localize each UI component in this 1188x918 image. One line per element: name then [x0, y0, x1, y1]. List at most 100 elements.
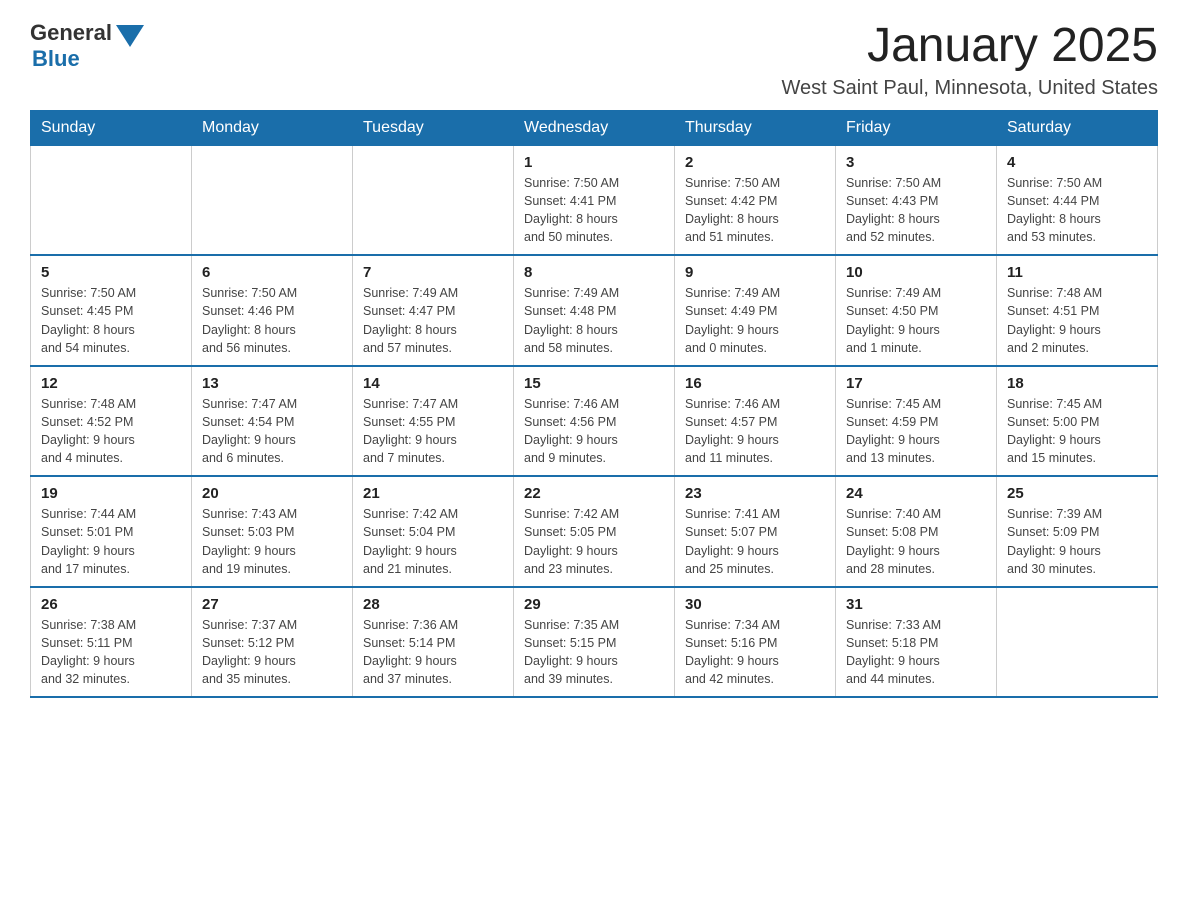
calendar-cell: 28 Sunrise: 7:36 AM Sunset: 5:14 PM Dayli…: [353, 587, 514, 698]
day-info: Sunrise: 7:46 AM Sunset: 4:56 PM Dayligh…: [524, 395, 664, 468]
day-info: Sunrise: 7:49 AM Sunset: 4:48 PM Dayligh…: [524, 284, 664, 357]
calendar-cell: 8 Sunrise: 7:49 AM Sunset: 4:48 PM Daylig…: [514, 255, 675, 366]
day-info: Sunrise: 7:41 AM Sunset: 5:07 PM Dayligh…: [685, 505, 825, 578]
day-info: Sunrise: 7:42 AM Sunset: 5:05 PM Dayligh…: [524, 505, 664, 578]
calendar-title: January 2025: [782, 20, 1159, 73]
day-number: 24: [846, 485, 986, 502]
day-number: 4: [1007, 154, 1147, 171]
day-number: 12: [41, 375, 181, 392]
week-row-1: 1Sunrise: 7:50 AM Sunset: 4:41 PM Daylig…: [31, 145, 1158, 255]
day-info: Sunrise: 7:50 AM Sunset: 4:41 PM Dayligh…: [524, 174, 664, 247]
calendar-cell: 20 Sunrise: 7:43 AM Sunset: 5:03 PM Dayli…: [192, 476, 353, 587]
calendar-cell: 23Sunrise: 7:41 AM Sunset: 5:07 PM Dayli…: [675, 476, 836, 587]
calendar-cell: 17 Sunrise: 7:45 AM Sunset: 4:59 PM Dayli…: [836, 366, 997, 477]
calendar-cell: 13 Sunrise: 7:47 AM Sunset: 4:54 PM Dayli…: [192, 366, 353, 477]
week-row-4: 19Sunrise: 7:44 AM Sunset: 5:01 PM Dayli…: [31, 476, 1158, 587]
calendar-cell: 19Sunrise: 7:44 AM Sunset: 5:01 PM Dayli…: [31, 476, 192, 587]
day-number: 3: [846, 154, 986, 171]
day-number: 7: [363, 264, 503, 281]
logo: General Blue: [30, 20, 144, 72]
day-info: Sunrise: 7:50 AM Sunset: 4:42 PM Dayligh…: [685, 174, 825, 247]
calendar-cell: 3 Sunrise: 7:50 AM Sunset: 4:43 PM Daylig…: [836, 145, 997, 255]
calendar-cell: 4 Sunrise: 7:50 AM Sunset: 4:44 PM Daylig…: [997, 145, 1158, 255]
day-info: Sunrise: 7:50 AM Sunset: 4:46 PM Dayligh…: [202, 284, 342, 357]
day-number: 30: [685, 596, 825, 613]
day-info: Sunrise: 7:45 AM Sunset: 4:59 PM Dayligh…: [846, 395, 986, 468]
day-info: Sunrise: 7:43 AM Sunset: 5:03 PM Dayligh…: [202, 505, 342, 578]
day-number: 16: [685, 375, 825, 392]
calendar-cell: 24 Sunrise: 7:40 AM Sunset: 5:08 PM Dayli…: [836, 476, 997, 587]
day-number: 17: [846, 375, 986, 392]
calendar-subtitle: West Saint Paul, Minnesota, United State…: [782, 77, 1159, 100]
day-number: 9: [685, 264, 825, 281]
calendar-cell: 11Sunrise: 7:48 AM Sunset: 4:51 PM Dayli…: [997, 255, 1158, 366]
header-day-monday: Monday: [192, 110, 353, 145]
calendar-cell: 5 Sunrise: 7:50 AM Sunset: 4:45 PM Daylig…: [31, 255, 192, 366]
day-info: Sunrise: 7:38 AM Sunset: 5:11 PM Dayligh…: [41, 616, 181, 689]
day-number: 28: [363, 596, 503, 613]
calendar-cell: [997, 587, 1158, 698]
day-number: 6: [202, 264, 342, 281]
calendar-cell: 1Sunrise: 7:50 AM Sunset: 4:41 PM Daylig…: [514, 145, 675, 255]
day-info: Sunrise: 7:50 AM Sunset: 4:45 PM Dayligh…: [41, 284, 181, 357]
day-number: 22: [524, 485, 664, 502]
day-number: 27: [202, 596, 342, 613]
header-day-saturday: Saturday: [997, 110, 1158, 145]
week-row-5: 26 Sunrise: 7:38 AM Sunset: 5:11 PM Dayli…: [31, 587, 1158, 698]
week-row-3: 12 Sunrise: 7:48 AM Sunset: 4:52 PM Dayli…: [31, 366, 1158, 477]
calendar-table: SundayMondayTuesdayWednesdayThursdayFrid…: [30, 110, 1158, 699]
day-info: Sunrise: 7:45 AM Sunset: 5:00 PM Dayligh…: [1007, 395, 1147, 468]
header: General Blue January 2025 West Saint Pau…: [30, 20, 1158, 100]
calendar-cell: 27 Sunrise: 7:37 AM Sunset: 5:12 PM Dayli…: [192, 587, 353, 698]
day-number: 5: [41, 264, 181, 281]
day-info: Sunrise: 7:46 AM Sunset: 4:57 PM Dayligh…: [685, 395, 825, 468]
header-day-sunday: Sunday: [31, 110, 192, 145]
logo-general-text: General: [30, 20, 112, 46]
calendar-cell: 14 Sunrise: 7:47 AM Sunset: 4:55 PM Dayli…: [353, 366, 514, 477]
day-number: 11: [1007, 264, 1147, 281]
day-info: Sunrise: 7:47 AM Sunset: 4:55 PM Dayligh…: [363, 395, 503, 468]
calendar-cell: 18Sunrise: 7:45 AM Sunset: 5:00 PM Dayli…: [997, 366, 1158, 477]
day-number: 15: [524, 375, 664, 392]
calendar-cell: 29Sunrise: 7:35 AM Sunset: 5:15 PM Dayli…: [514, 587, 675, 698]
day-info: Sunrise: 7:36 AM Sunset: 5:14 PM Dayligh…: [363, 616, 503, 689]
week-row-2: 5 Sunrise: 7:50 AM Sunset: 4:45 PM Daylig…: [31, 255, 1158, 366]
day-info: Sunrise: 7:48 AM Sunset: 4:52 PM Dayligh…: [41, 395, 181, 468]
logo-triangle-icon: [116, 25, 144, 47]
day-info: Sunrise: 7:50 AM Sunset: 4:43 PM Dayligh…: [846, 174, 986, 247]
day-number: 26: [41, 596, 181, 613]
day-number: 13: [202, 375, 342, 392]
logo-blue-text: Blue: [32, 46, 80, 72]
day-info: Sunrise: 7:49 AM Sunset: 4:49 PM Dayligh…: [685, 284, 825, 357]
day-number: 8: [524, 264, 664, 281]
day-info: Sunrise: 7:33 AM Sunset: 5:18 PM Dayligh…: [846, 616, 986, 689]
header-day-tuesday: Tuesday: [353, 110, 514, 145]
calendar-cell: 6 Sunrise: 7:50 AM Sunset: 4:46 PM Daylig…: [192, 255, 353, 366]
day-info: Sunrise: 7:40 AM Sunset: 5:08 PM Dayligh…: [846, 505, 986, 578]
day-info: Sunrise: 7:34 AM Sunset: 5:16 PM Dayligh…: [685, 616, 825, 689]
calendar-cell: 16 Sunrise: 7:46 AM Sunset: 4:57 PM Dayli…: [675, 366, 836, 477]
day-info: Sunrise: 7:49 AM Sunset: 4:50 PM Dayligh…: [846, 284, 986, 357]
day-info: Sunrise: 7:49 AM Sunset: 4:47 PM Dayligh…: [363, 284, 503, 357]
day-info: Sunrise: 7:44 AM Sunset: 5:01 PM Dayligh…: [41, 505, 181, 578]
day-info: Sunrise: 7:39 AM Sunset: 5:09 PM Dayligh…: [1007, 505, 1147, 578]
day-number: 14: [363, 375, 503, 392]
day-number: 20: [202, 485, 342, 502]
calendar-cell: [192, 145, 353, 255]
day-number: 29: [524, 596, 664, 613]
day-number: 2: [685, 154, 825, 171]
calendar-cell: 25 Sunrise: 7:39 AM Sunset: 5:09 PM Dayli…: [997, 476, 1158, 587]
calendar-cell: 15 Sunrise: 7:46 AM Sunset: 4:56 PM Dayli…: [514, 366, 675, 477]
calendar-cell: 12 Sunrise: 7:48 AM Sunset: 4:52 PM Dayli…: [31, 366, 192, 477]
calendar-cell: 2 Sunrise: 7:50 AM Sunset: 4:42 PM Daylig…: [675, 145, 836, 255]
calendar-cell: 7 Sunrise: 7:49 AM Sunset: 4:47 PM Daylig…: [353, 255, 514, 366]
day-info: Sunrise: 7:50 AM Sunset: 4:44 PM Dayligh…: [1007, 174, 1147, 247]
day-number: 25: [1007, 485, 1147, 502]
calendar-cell: 26 Sunrise: 7:38 AM Sunset: 5:11 PM Dayli…: [31, 587, 192, 698]
day-info: Sunrise: 7:47 AM Sunset: 4:54 PM Dayligh…: [202, 395, 342, 468]
day-info: Sunrise: 7:37 AM Sunset: 5:12 PM Dayligh…: [202, 616, 342, 689]
calendar-cell: [353, 145, 514, 255]
calendar-cell: 22 Sunrise: 7:42 AM Sunset: 5:05 PM Dayli…: [514, 476, 675, 587]
header-day-friday: Friday: [836, 110, 997, 145]
calendar-cell: 31Sunrise: 7:33 AM Sunset: 5:18 PM Dayli…: [836, 587, 997, 698]
